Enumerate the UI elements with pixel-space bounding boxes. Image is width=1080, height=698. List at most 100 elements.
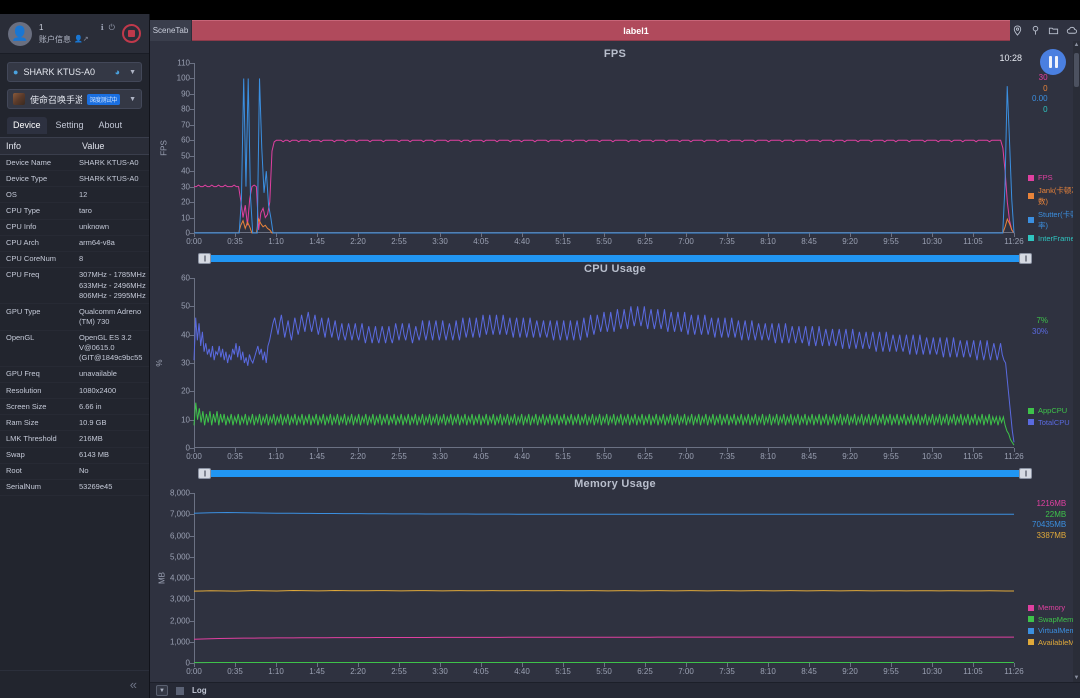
info-key: CPU CoreNum	[6, 254, 57, 264]
pin-icon[interactable]	[1030, 25, 1041, 36]
x-tick-mark	[768, 663, 769, 667]
info-value: SHARK KTUS-A0	[79, 157, 139, 167]
legend-item[interactable]: TotalCPU	[1028, 418, 1070, 427]
y-tick-label: 6,000	[169, 531, 190, 540]
x-tick-label: 4:40	[514, 667, 530, 676]
x-tick-label: 4:05	[473, 452, 489, 461]
panel-toggle-icon[interactable]: ▼	[156, 685, 168, 696]
chevron-down-icon[interactable]: ▼	[129, 96, 136, 103]
x-tick-mark	[973, 233, 974, 237]
x-tick-mark	[973, 448, 974, 452]
scrollbar-thumb[interactable]	[1074, 53, 1079, 87]
legend-swatch	[1028, 639, 1034, 645]
device-select-value: SHARK KTUS-A0	[23, 67, 95, 77]
x-tick-label: 0:00	[186, 667, 202, 676]
table-row: GPU Type Qualcomm Adreno (TM) 730	[0, 304, 149, 331]
readout-value: 0.00	[1032, 94, 1048, 103]
power-icon[interactable]: ⏻	[109, 23, 115, 33]
log-checkbox[interactable]	[176, 686, 184, 695]
x-tick-label: 0:35	[227, 237, 243, 246]
account-info-label[interactable]: 账户信息	[39, 34, 71, 45]
x-tick-mark	[645, 233, 646, 237]
info-value: 6.66 in	[79, 401, 102, 411]
collapse-sidebar-button[interactable]: «	[0, 670, 149, 698]
legend-item[interactable]: AppCPU	[1028, 406, 1070, 415]
legend-label: Memory	[1038, 603, 1066, 612]
y-axis-label: MB	[157, 572, 167, 584]
person-add-icon[interactable]: 👤↗	[74, 35, 89, 43]
log-label: Log	[192, 686, 207, 695]
table-row: Screen Size 6.66 in	[0, 399, 149, 416]
x-tick-mark	[481, 663, 482, 667]
record-stop-button[interactable]	[122, 24, 141, 43]
x-tick-label: 10:30	[921, 237, 943, 246]
x-tick-mark	[604, 233, 605, 237]
scene-tab[interactable]: SceneTab	[150, 20, 192, 41]
vertical-scrollbar[interactable]: ▲ ▼	[1073, 41, 1080, 682]
x-tick-label: 4:05	[473, 667, 489, 676]
series-paths	[193, 306, 1015, 446]
tab-device[interactable]: Device	[7, 117, 47, 134]
tab-about[interactable]: About	[93, 117, 129, 134]
table-row: CPU Info unknown	[0, 220, 149, 236]
series-line	[194, 78, 1015, 234]
x-tick-mark	[317, 233, 318, 237]
x-tick-label: 9:55	[883, 667, 899, 676]
app-select[interactable]: 使命召唤手游 深度测试中 ▼	[7, 89, 142, 109]
x-tick-mark	[891, 663, 892, 667]
x-tick-label: 11:26	[1004, 452, 1024, 461]
series-paths	[194, 78, 1015, 234]
series-paths	[193, 512, 1015, 664]
x-tick-mark	[686, 448, 687, 452]
readout-value: 30%	[1032, 326, 1049, 336]
x-tick-mark	[891, 448, 892, 452]
table-row: CPU Arch arm64-v8a	[0, 236, 149, 252]
chart-title: FPS	[603, 48, 627, 60]
tab-setting[interactable]: Setting	[50, 117, 90, 134]
x-tick-mark	[235, 448, 236, 452]
scroll-up-arrow[interactable]: ▲	[1073, 42, 1080, 48]
table-row: CPU Type taro	[0, 203, 149, 220]
readout-value: 0	[1043, 83, 1048, 93]
avatar[interactable]: 👤	[8, 21, 32, 46]
x-tick-label: 2:55	[391, 452, 407, 461]
info-value: 10.9 GB	[79, 417, 107, 427]
x-tick-label: 1:45	[309, 667, 325, 676]
x-tick-mark	[317, 663, 318, 667]
x-tick-label: 7:35	[719, 237, 735, 246]
x-tick-mark	[850, 663, 851, 667]
info-key: SerialNum	[6, 482, 42, 492]
x-tick-mark	[563, 663, 564, 667]
info-key: CPU Type	[6, 205, 41, 215]
info-value: No	[79, 466, 89, 476]
y-tick-label: 4,000	[169, 573, 190, 583]
device-info-table: Info Value Device Name SHARK KTUS-A0 Devic…	[0, 137, 149, 670]
folder-icon[interactable]	[1048, 25, 1059, 36]
table-row: OpenGL OpenGL ES 3.2 V@0615.0 (GIT@1849c9…	[0, 331, 149, 367]
x-tick-label: 7:00	[678, 237, 694, 246]
x-tick-mark	[522, 233, 523, 237]
cloud-icon[interactable]	[1066, 25, 1078, 36]
x-tick-label: 7:35	[719, 452, 735, 461]
y-tick-label: 80	[181, 104, 190, 114]
x-tick-mark	[932, 448, 933, 452]
info-value: unavailable	[79, 369, 117, 379]
chevron-down-icon[interactable]: ▼	[129, 69, 136, 76]
info-value: Qualcomm Adreno (TM) 730	[79, 306, 142, 326]
device-select[interactable]: ● SHARK KTUS-A0 ◕ ▼	[7, 62, 142, 82]
x-tick-label: 4:40	[514, 452, 530, 461]
info-icon[interactable]: ℹ	[101, 23, 104, 33]
x-tick-label: 0:00	[186, 452, 202, 461]
info-value: 1080x2400	[79, 385, 117, 395]
x-tick-label: 2:55	[391, 667, 407, 676]
label-bar[interactable]: label1	[192, 20, 1080, 41]
x-tick-mark	[809, 233, 810, 237]
x-tick-label: 11:05	[963, 237, 983, 246]
scroll-down-arrow[interactable]: ▼	[1073, 675, 1080, 681]
chart-readouts: 7% 30%	[1032, 316, 1048, 337]
location-target-icon[interactable]	[1012, 25, 1023, 36]
pause-button[interactable]	[1040, 49, 1066, 75]
x-tick-label: 8:45	[801, 237, 817, 246]
chart-title: CPU Usage	[584, 263, 646, 275]
x-tick-label: 2:55	[391, 237, 407, 246]
